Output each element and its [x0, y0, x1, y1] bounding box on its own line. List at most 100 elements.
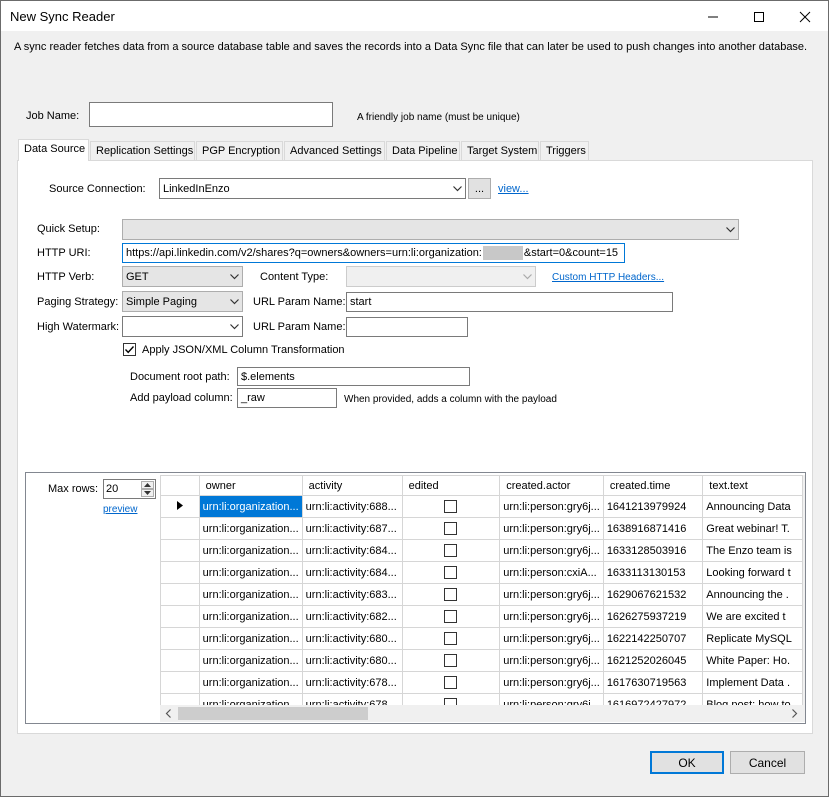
job-name-input[interactable]: [89, 102, 333, 127]
actor-cell[interactable]: urn:li:person:gry6j...: [499, 627, 604, 650]
table-row[interactable]: urn:li:organization... urn:li:activity:68…: [160, 583, 803, 606]
owner-cell[interactable]: urn:li:organization...: [198, 539, 303, 562]
cancel-button[interactable]: Cancel: [730, 751, 805, 774]
owner-cell[interactable]: urn:li:organization...: [198, 605, 303, 628]
edited-cell[interactable]: [401, 605, 501, 628]
edited-checkbox[interactable]: [444, 632, 458, 645]
row-header[interactable]: [160, 627, 200, 650]
tab-advanced-settings[interactable]: Advanced Settings: [284, 141, 385, 160]
edited-checkbox[interactable]: [444, 522, 458, 535]
activity-cell[interactable]: urn:li:activity:687...: [301, 517, 403, 540]
horizontal-scroll-thumb[interactable]: [178, 707, 368, 720]
tab-data-source[interactable]: Data Source: [18, 139, 89, 161]
preview-data-grid[interactable]: owner activity edited created.actor crea…: [160, 475, 803, 705]
row-header[interactable]: [160, 517, 200, 540]
table-row[interactable]: urn:li:organization... urn:li:activity:68…: [160, 539, 803, 562]
max-rows-stepper[interactable]: 20: [103, 479, 156, 499]
row-header[interactable]: [160, 583, 200, 606]
owner-cell[interactable]: urn:li:organization...: [198, 671, 303, 694]
time-cell[interactable]: 1629067621532: [602, 583, 704, 606]
stepper-down-button[interactable]: [141, 489, 154, 497]
content-type-select[interactable]: [346, 266, 536, 287]
edited-checkbox[interactable]: [444, 698, 458, 705]
payload-column-input[interactable]: _raw: [237, 388, 337, 408]
edited-cell[interactable]: [401, 671, 501, 694]
time-cell[interactable]: 1617630719563: [602, 671, 704, 694]
activity-cell[interactable]: urn:li:activity:680...: [301, 649, 403, 672]
document-root-input[interactable]: $.elements: [237, 367, 470, 386]
owner-cell[interactable]: urn:li:organization...: [198, 561, 303, 584]
tab-pgp-encryption[interactable]: PGP Encryption: [196, 141, 283, 160]
time-cell[interactable]: 1633113130153: [602, 561, 704, 584]
owner-cell[interactable]: urn:li:organization...: [198, 495, 303, 518]
edited-cell[interactable]: [401, 517, 501, 540]
column-header-created-actor[interactable]: created.actor: [499, 475, 604, 496]
row-header[interactable]: [160, 539, 200, 562]
minimize-button[interactable]: [690, 2, 736, 31]
time-cell[interactable]: 1616972427972: [602, 693, 704, 705]
watermark-param-input[interactable]: [346, 317, 468, 337]
edited-checkbox[interactable]: [444, 676, 458, 689]
owner-cell[interactable]: urn:li:organization...: [198, 649, 303, 672]
owner-cell[interactable]: urn:li:organization...: [198, 517, 303, 540]
text-cell[interactable]: White Paper: Ho.: [702, 649, 803, 672]
activity-cell[interactable]: urn:li:activity:684...: [301, 539, 403, 562]
column-header-edited[interactable]: edited: [401, 475, 501, 496]
row-header[interactable]: [160, 605, 200, 628]
edited-checkbox[interactable]: [444, 610, 458, 623]
horizontal-scrollbar[interactable]: [160, 705, 803, 722]
actor-cell[interactable]: urn:li:person:gry6j...: [499, 517, 604, 540]
view-connection-link[interactable]: view...: [498, 183, 529, 195]
row-header[interactable]: [160, 495, 200, 518]
text-cell[interactable]: The Enzo team is: [702, 539, 803, 562]
paging-strategy-select[interactable]: Simple Paging: [122, 291, 243, 312]
table-row[interactable]: urn:li:organization... urn:li:activity:68…: [160, 561, 803, 584]
edited-cell[interactable]: [401, 583, 501, 606]
ok-button[interactable]: OK: [650, 751, 724, 774]
edited-cell[interactable]: [401, 693, 501, 705]
edited-cell[interactable]: [401, 649, 501, 672]
json-transform-checkbox[interactable]: [123, 343, 136, 356]
activity-cell[interactable]: urn:li:activity:683...: [301, 583, 403, 606]
high-watermark-select[interactable]: [122, 316, 243, 337]
time-cell[interactable]: 1641213979924: [602, 495, 704, 518]
actor-cell[interactable]: urn:li:person:cxiA...: [499, 561, 604, 584]
edited-cell[interactable]: [401, 495, 501, 518]
table-row[interactable]: urn:li:organization... urn:li:activity:68…: [160, 649, 803, 672]
http-verb-select[interactable]: GET: [122, 266, 243, 287]
actor-cell[interactable]: urn:li:person:gry6j...: [499, 495, 604, 518]
text-cell[interactable]: Replicate MySQL: [702, 627, 803, 650]
edited-checkbox[interactable]: [444, 588, 458, 601]
row-header[interactable]: [160, 649, 200, 672]
time-cell[interactable]: 1622142250707: [602, 627, 704, 650]
actor-cell[interactable]: urn:li:person:gry6j...: [499, 605, 604, 628]
browse-connection-button[interactable]: ...: [468, 178, 491, 199]
table-row[interactable]: urn:li:organization... urn:li:activity:68…: [160, 495, 803, 518]
owner-cell[interactable]: urn:li:organization...: [198, 627, 303, 650]
quick-setup-select[interactable]: [122, 219, 739, 240]
edited-checkbox[interactable]: [444, 566, 458, 579]
row-header[interactable]: [160, 671, 200, 694]
table-row[interactable]: urn:li:organization... urn:li:activity:67…: [160, 671, 803, 694]
time-cell[interactable]: 1633128503916: [602, 539, 704, 562]
time-cell[interactable]: 1621252026045: [602, 649, 704, 672]
table-row[interactable]: urn:li:organization... urn:li:activity:68…: [160, 605, 803, 628]
tab-target-system[interactable]: Target System: [461, 141, 539, 160]
activity-cell[interactable]: urn:li:activity:682...: [301, 605, 403, 628]
row-header[interactable]: [160, 561, 200, 584]
actor-cell[interactable]: urn:li:person:gry6j...: [499, 671, 604, 694]
source-connection-select[interactable]: LinkedInEnzo: [159, 178, 466, 199]
text-cell[interactable]: Announcing the .: [702, 583, 803, 606]
edited-cell[interactable]: [401, 627, 501, 650]
http-uri-input[interactable]: https://api.linkedin.com/v2/shares?q=own…: [122, 243, 625, 263]
edited-checkbox[interactable]: [444, 654, 458, 667]
actor-cell[interactable]: urn:li:person:gry6j...: [499, 583, 604, 606]
text-cell[interactable]: Announcing Data: [702, 495, 803, 518]
text-cell[interactable]: Implement Data .: [702, 671, 803, 694]
custom-http-headers-link[interactable]: Custom HTTP Headers...: [552, 272, 664, 283]
activity-cell[interactable]: urn:li:activity:688...: [301, 495, 403, 518]
tab-triggers[interactable]: Triggers: [540, 141, 589, 160]
edited-cell[interactable]: [401, 539, 501, 562]
time-cell[interactable]: 1638916871416: [602, 517, 704, 540]
stepper-up-button[interactable]: [141, 481, 154, 489]
